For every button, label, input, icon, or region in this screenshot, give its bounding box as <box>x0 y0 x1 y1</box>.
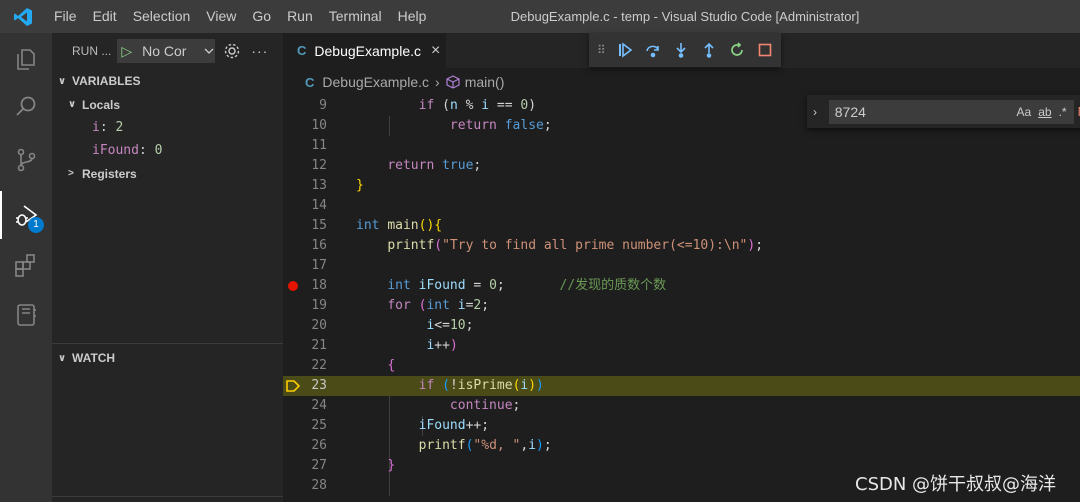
chevron-right-icon: › <box>435 74 440 90</box>
code-line: 26 printf("%d, ",i); <box>311 438 552 453</box>
variable-value: 0 <box>154 143 163 158</box>
extensions-icon[interactable] <box>0 241 52 289</box>
registers-label: Registers <box>82 166 137 181</box>
step-over-icon[interactable] <box>639 36 667 64</box>
launch-config-label: No Cor <box>142 43 187 59</box>
menu-help[interactable]: Help <box>390 0 435 33</box>
chevron-right-icon: ∨ <box>58 352 67 364</box>
debug-badge: 1 <box>28 217 44 233</box>
tab-label: DebugExample.c <box>314 42 422 59</box>
chevron-down-icon: ∨ <box>68 99 77 110</box>
debug-toolbar: ⠿ <box>589 33 781 67</box>
code-line: 13} <box>311 178 364 193</box>
variable-value: 2 <box>115 120 124 135</box>
menu-go[interactable]: Go <box>244 0 279 33</box>
editor-area: C DebugExample.c × C DebugExample.c › ma… <box>283 33 1080 502</box>
code-line: 9 if (n % i == 0) <box>319 98 537 113</box>
code-line: 22 { <box>311 358 396 373</box>
breadcrumb-file[interactable]: DebugExample.c <box>322 74 429 90</box>
tab-debugexample[interactable]: C DebugExample.c × <box>283 33 446 68</box>
menu-terminal[interactable]: Terminal <box>321 0 390 33</box>
variables-title: VARIABLES <box>72 74 141 88</box>
watch-title: WATCH <box>72 351 116 365</box>
menu-view[interactable]: View <box>198 0 244 33</box>
breadcrumb: C DebugExample.c › main() <box>283 68 1080 96</box>
launch-config-select[interactable]: ▷ No Cor <box>117 39 216 63</box>
code-line: 11 <box>311 138 327 153</box>
c-file-icon: C <box>297 43 307 58</box>
locals-scope[interactable]: ∨ Locals <box>52 93 283 116</box>
debug-sidebar: RUN ... ▷ No Cor ··· ∨ VARIABLES ∨ Local… <box>52 33 283 502</box>
menu-run[interactable]: Run <box>279 0 321 33</box>
registers-scope[interactable]: > Registers <box>52 162 283 185</box>
window-title: DebugExample.c - temp - Visual Studio Co… <box>510 9 860 24</box>
code-line: 10 return false; <box>311 118 552 133</box>
search-icon[interactable] <box>0 83 52 131</box>
notebook-icon[interactable] <box>0 291 52 339</box>
title-bar: File Edit Selection View Go Run Terminal… <box>0 0 1080 33</box>
start-debugging-icon[interactable]: ▷ <box>121 43 132 60</box>
continue-icon[interactable] <box>611 36 639 64</box>
current-execution-line: 23 if (!isPrime(i)) <box>283 376 1080 396</box>
run-debug-icon[interactable]: 1 <box>0 191 52 239</box>
chevron-down-icon: ∨ <box>58 75 67 87</box>
code-line: 24 continue; <box>311 398 521 413</box>
code-line: 16 printf("Try to find all prime number(… <box>311 238 764 253</box>
code-line: 17 <box>311 258 327 273</box>
code-line: 20 i<=10; <box>311 318 474 333</box>
code-line: 15 int main(){ <box>311 218 443 233</box>
close-icon[interactable]: × <box>431 42 440 60</box>
drag-handle-icon[interactable]: ⠿ <box>597 43 611 57</box>
section-divider <box>52 343 283 344</box>
code-line: 14 <box>311 198 327 213</box>
menu-file[interactable]: File <box>46 0 85 33</box>
run-view-title: RUN ... <box>72 44 112 58</box>
watermark: CSDN @饼干叔叔@海洋 <box>855 474 1057 495</box>
step-out-icon[interactable] <box>695 36 723 64</box>
locals-label: Locals <box>82 97 121 112</box>
activity-bar: 1 <box>0 33 52 502</box>
gear-icon[interactable] <box>223 42 241 60</box>
variable-row[interactable]: i: 2 <box>52 116 283 139</box>
menu-bar: File Edit Selection View Go Run Terminal… <box>46 0 434 33</box>
method-cube-icon <box>446 75 460 89</box>
menu-selection[interactable]: Selection <box>125 0 199 33</box>
breadcrumb-symbol[interactable]: main() <box>465 74 505 90</box>
source-control-icon[interactable] <box>0 136 52 184</box>
code-line: 21 i++) <box>311 338 458 353</box>
variables-section-header[interactable]: ∨ VARIABLES <box>52 69 283 93</box>
explorer-icon[interactable] <box>0 35 52 83</box>
variable-row[interactable]: iFound: 0 <box>52 139 283 162</box>
step-into-icon[interactable] <box>667 36 695 64</box>
more-actions-icon[interactable]: ··· <box>251 43 268 59</box>
run-toolbar: RUN ... ▷ No Cor ··· <box>52 33 283 69</box>
chevron-down-icon <box>204 48 214 54</box>
section-divider <box>52 496 283 497</box>
c-file-icon: C <box>305 74 315 90</box>
variable-name: i <box>92 120 100 135</box>
code-line: 18 int iFound = 0; //发现的质数个数 <box>283 276 1080 296</box>
menu-edit[interactable]: Edit <box>85 0 125 33</box>
code-line: 19 for (int i=2; <box>311 298 490 313</box>
stop-icon[interactable] <box>751 36 779 64</box>
chevron-right-icon: > <box>68 168 74 179</box>
variable-name: iFound <box>92 143 139 158</box>
vscode-logo-icon <box>0 0 46 33</box>
watch-section-header[interactable]: ∨ WATCH <box>52 346 115 370</box>
restart-icon[interactable] <box>723 36 751 64</box>
code-line: 25 iFound++; <box>311 418 490 433</box>
code-line: 12 return true; <box>311 158 482 173</box>
